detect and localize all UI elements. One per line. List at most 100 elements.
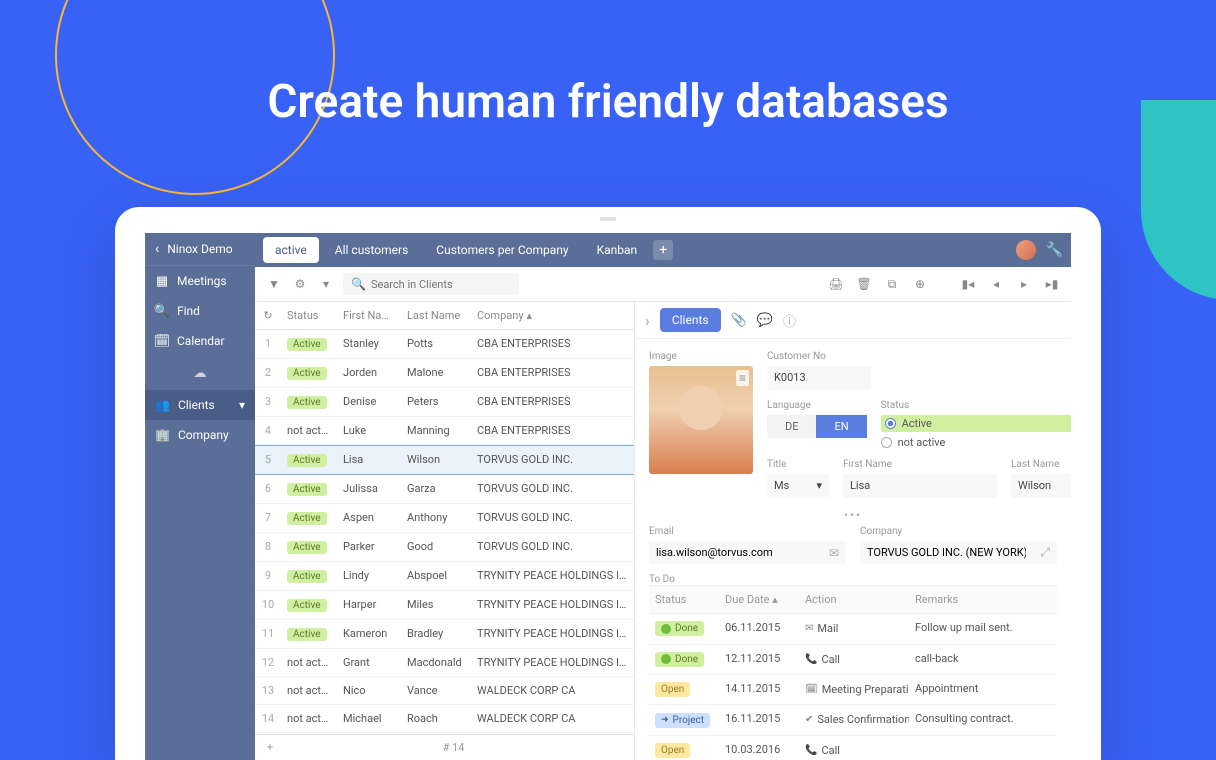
user-avatar[interactable] [1016, 240, 1036, 260]
attachment-icon[interactable]: 📎 [731, 313, 747, 328]
lang-de[interactable]: DE [767, 415, 816, 438]
col-status[interactable]: Status [281, 302, 337, 329]
info-icon[interactable]: ⓘ [783, 311, 796, 330]
label-language: Language [767, 400, 867, 411]
sidebar-header[interactable]: ‹ Ninox Demo [145, 233, 255, 266]
table-row[interactable]: 14not activeMichaelRoachWALDECK CORP CA [255, 705, 634, 733]
todo-row[interactable]: Done06.11.2015✉MailFollow up mail sent. [649, 614, 1057, 645]
lang-en[interactable]: EN [816, 415, 866, 438]
sidebar-item-company[interactable]: 🏢 Company [145, 420, 255, 450]
todo-section: To Do Status Due Date ▴ Action Remarks D… [649, 572, 1057, 760]
photo-menu-icon[interactable]: ≡ [736, 370, 749, 386]
settings-icon[interactable]: 🔧 [1046, 242, 1063, 258]
search-input[interactable] [371, 278, 511, 291]
gear-icon[interactable]: ⚙ [291, 275, 309, 293]
label-todo: To Do [649, 574, 675, 585]
first-record-icon[interactable]: ▮◂ [959, 275, 977, 293]
status-active-radio[interactable]: Active [881, 415, 1071, 432]
tab-customers-per-company[interactable]: Customers per Company [424, 237, 580, 263]
table-row[interactable]: 4not activeLukeManningCBA ENTERPRISES [255, 417, 634, 445]
cloud-icon: ☁ [193, 366, 207, 380]
client-photo[interactable]: ≡ [649, 366, 753, 474]
todo-col-due[interactable]: Due Date ▴ [719, 586, 799, 613]
sidebar-item-clients[interactable]: 👥 Clients ▾ [145, 390, 255, 420]
add-icon[interactable]: ⊕ [911, 275, 929, 293]
decor-teal [1141, 100, 1216, 300]
delete-icon[interactable]: 🗑 [855, 275, 873, 293]
table-row[interactable]: 13not activeNicoVanceWALDECK CORP CA [255, 677, 634, 705]
col-first[interactable]: First Name [337, 302, 401, 329]
sidebar-cloud[interactable]: ☁ [145, 356, 255, 390]
table-row[interactable]: 1ActiveStanleyPottsCBA ENTERPRISES [255, 330, 634, 359]
first-name-input[interactable] [843, 474, 997, 498]
last-record-icon[interactable]: ▸▮ [1043, 275, 1061, 293]
status-radios: Active not active [881, 415, 1071, 449]
todo-col-status[interactable]: Status [649, 586, 719, 613]
detail-crumb[interactable]: Clients [660, 308, 721, 332]
todo-col-remarks[interactable]: Remarks [909, 586, 1057, 613]
table-row[interactable]: 12not activeGrantMacdonaldTRYNITY PEACE … [255, 649, 634, 677]
sort-asc-icon: ▴ [772, 593, 778, 606]
company-icon: 🏢 [155, 428, 170, 442]
grid-footer: + # 14 [255, 734, 634, 760]
prev-record-icon[interactable]: ◂ [987, 275, 1005, 293]
table-row[interactable]: 5ActiveLisaWilsonTORVUS GOLD INC. [255, 445, 634, 475]
mail-icon[interactable]: ✉ [822, 546, 846, 560]
sidebar-item-find[interactable]: 🔍 Find [145, 296, 255, 326]
table-row[interactable]: 10ActiveHarperMilesTRYNITY PEACE HOLDING… [255, 591, 634, 620]
col-company[interactable]: Company▴ [471, 302, 634, 329]
todo-col-action[interactable]: Action [799, 586, 909, 613]
table-row[interactable]: 8ActiveParkerGoodTORVUS GOLD INC. [255, 533, 634, 562]
todo-row[interactable]: Open10.03.2016📞Call [649, 736, 1057, 760]
tab-all-customers[interactable]: All customers [323, 237, 421, 263]
email-input[interactable] [649, 541, 822, 564]
next-record-icon[interactable]: ▸ [1015, 275, 1033, 293]
todo-body: Done06.11.2015✉MailFollow up mail sent.D… [649, 614, 1057, 760]
print-icon[interactable]: 🖨 [827, 275, 845, 293]
filter-icon[interactable]: ▼ [265, 275, 283, 293]
table-row[interactable]: 2ActiveJordenMaloneCBA ENTERPRISES [255, 359, 634, 388]
last-name-input[interactable] [1011, 474, 1071, 498]
todo-row[interactable]: Open14.11.2015🗓Meeting PreparationAppoin… [649, 675, 1057, 705]
grid-body: 1ActiveStanleyPottsCBA ENTERPRISES2Activ… [255, 330, 634, 734]
tab-active[interactable]: active [263, 237, 319, 263]
link-icon[interactable]: ⤢ [1033, 545, 1057, 560]
table-row[interactable]: 6ActiveJulissaGarzaTORVUS GOLD INC. [255, 475, 634, 504]
company-input[interactable] [860, 541, 1033, 564]
title-select[interactable]: Ms▾ [767, 474, 829, 497]
more-dots[interactable]: ••• [649, 508, 1057, 522]
content-split: ↻ Status First Name Last Name Company▴ 1… [255, 302, 1071, 760]
sidebar-item-calendar[interactable]: 🗓 Calendar [145, 326, 255, 356]
back-icon[interactable]: ‹ [155, 241, 159, 257]
comment-icon[interactable]: 💬 [757, 313, 773, 328]
todo-header: Status Due Date ▴ Action Remarks [649, 585, 1057, 614]
search-box[interactable]: 🔍 [343, 273, 519, 295]
add-tab-button[interactable]: + [653, 240, 673, 260]
search-icon: 🔍 [351, 277, 366, 291]
todo-row[interactable]: Done12.11.2015📞Callcall-back [649, 645, 1057, 676]
app-title: Ninox Demo [167, 242, 232, 256]
col-last[interactable]: Last Name [401, 302, 471, 329]
chevron-down-icon[interactable]: ▾ [317, 275, 335, 293]
main-panel: activeAll customersCustomers per Company… [255, 233, 1071, 760]
language-toggle[interactable]: DE EN [767, 415, 867, 438]
toolbar: ▼ ⚙ ▾ 🔍 🖨 🗑 ⧉ ⊕ ▮◂ ◂ ▸ ▸▮ [255, 267, 1071, 302]
label-first-name: First Name [843, 459, 997, 470]
table-row[interactable]: 7ActiveAspenAnthonyTORVUS GOLD INC. [255, 504, 634, 533]
todo-row[interactable]: Project16.11.2015✔Sales ConfirmationCons… [649, 705, 1057, 736]
label-title: Title [767, 459, 829, 470]
copy-icon[interactable]: ⧉ [883, 275, 901, 293]
refresh-icon[interactable]: ↻ [255, 302, 281, 329]
customer-no-input[interactable] [767, 366, 871, 390]
tab-kanban[interactable]: Kanban [585, 237, 650, 263]
table-row[interactable]: 3ActiveDenisePetersCBA ENTERPRISES [255, 388, 634, 417]
add-row-button[interactable]: + [261, 741, 279, 754]
label-last-name: Last Name [1011, 459, 1071, 470]
label-company: Company [860, 526, 1057, 537]
label-customer-no: Customer No [767, 351, 1071, 362]
table-row[interactable]: 9ActiveLindyAbspoelTRYNITY PEACE HOLDING… [255, 562, 634, 591]
status-inactive-radio[interactable]: not active [881, 436, 1071, 449]
detail-back-icon[interactable]: › [645, 311, 650, 330]
table-row[interactable]: 11ActiveKameronBradleyTRYNITY PEACE HOLD… [255, 620, 634, 649]
sidebar-item-meetings[interactable]: ▦ Meetings [145, 266, 255, 296]
